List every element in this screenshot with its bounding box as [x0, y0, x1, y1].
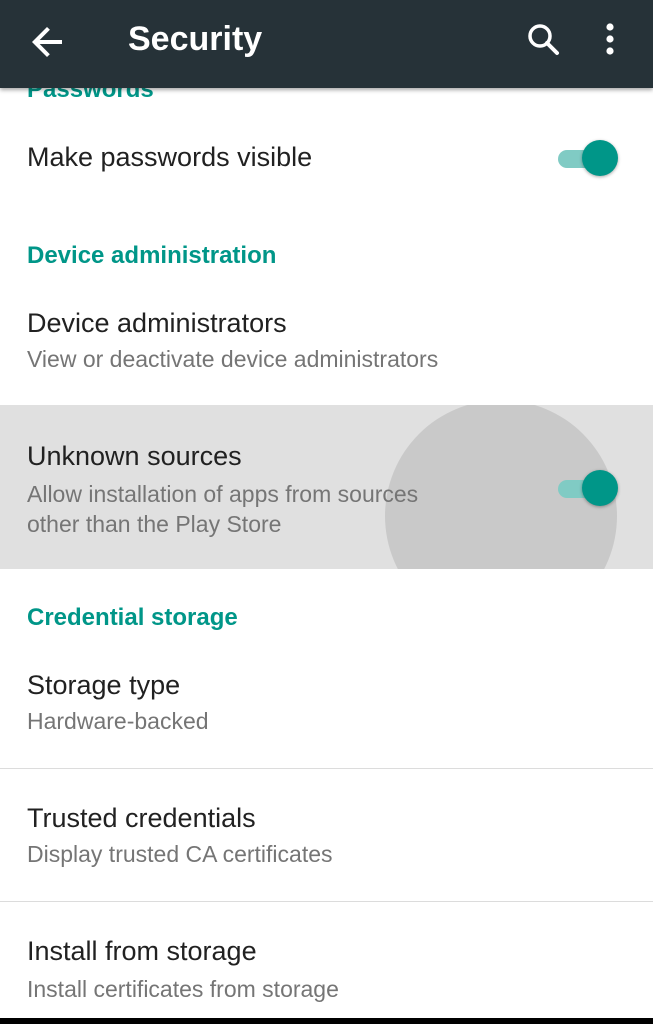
storage-type-summary: Hardware-backed: [27, 708, 209, 734]
more-vert-icon: [606, 23, 614, 55]
install-from-storage-summary: Install certificates from storage: [27, 976, 339, 1002]
more-options-button[interactable]: [590, 14, 630, 66]
page-title: Security: [128, 20, 263, 58]
unknown-sources-switch[interactable]: [556, 468, 620, 508]
unknown-sources-row[interactable]: Unknown sources Allow installation of ap…: [0, 405, 653, 569]
trusted-credentials-title: Trusted credentials: [27, 803, 256, 833]
install-from-storage-row[interactable]: Install from storage Install certificate…: [0, 902, 653, 1018]
unknown-sources-summary-line1: Allow installation of apps from sources: [27, 481, 419, 507]
switch-thumb: [582, 470, 618, 506]
make-passwords-visible-title: Make passwords visible: [27, 142, 313, 172]
unknown-sources-title: Unknown sources: [27, 441, 242, 471]
unknown-sources-summary-line2: other than the Play Store: [27, 511, 282, 537]
section-header-device-administration: Device administration: [27, 242, 277, 269]
trusted-credentials-summary: Display trusted CA certificates: [27, 841, 333, 867]
storage-type-row[interactable]: Storage type Hardware-backed: [0, 652, 653, 768]
switch-thumb: [582, 140, 618, 176]
app-bar: Security: [0, 0, 653, 88]
make-passwords-visible-switch[interactable]: [556, 138, 620, 178]
device-administrators-title: Device administrators: [27, 308, 287, 338]
arrow-back-icon: [32, 27, 62, 57]
device-administrators-row[interactable]: Device administrators View or deactivate…: [0, 290, 653, 404]
search-icon: [528, 24, 559, 55]
device-administrators-summary: View or deactivate device administrators: [27, 346, 439, 372]
system-nav-bar-edge: [0, 1018, 653, 1024]
storage-type-title: Storage type: [27, 670, 181, 700]
search-button[interactable]: [518, 14, 570, 66]
trusted-credentials-row[interactable]: Trusted credentials Display trusted CA c…: [0, 769, 653, 901]
settings-list: Passwords Make passwords visible Device …: [0, 0, 653, 1024]
install-from-storage-title: Install from storage: [27, 936, 257, 966]
section-header-credential-storage: Credential storage: [27, 604, 238, 631]
back-button[interactable]: [24, 18, 72, 66]
make-passwords-visible-row[interactable]: Make passwords visible: [0, 110, 653, 206]
